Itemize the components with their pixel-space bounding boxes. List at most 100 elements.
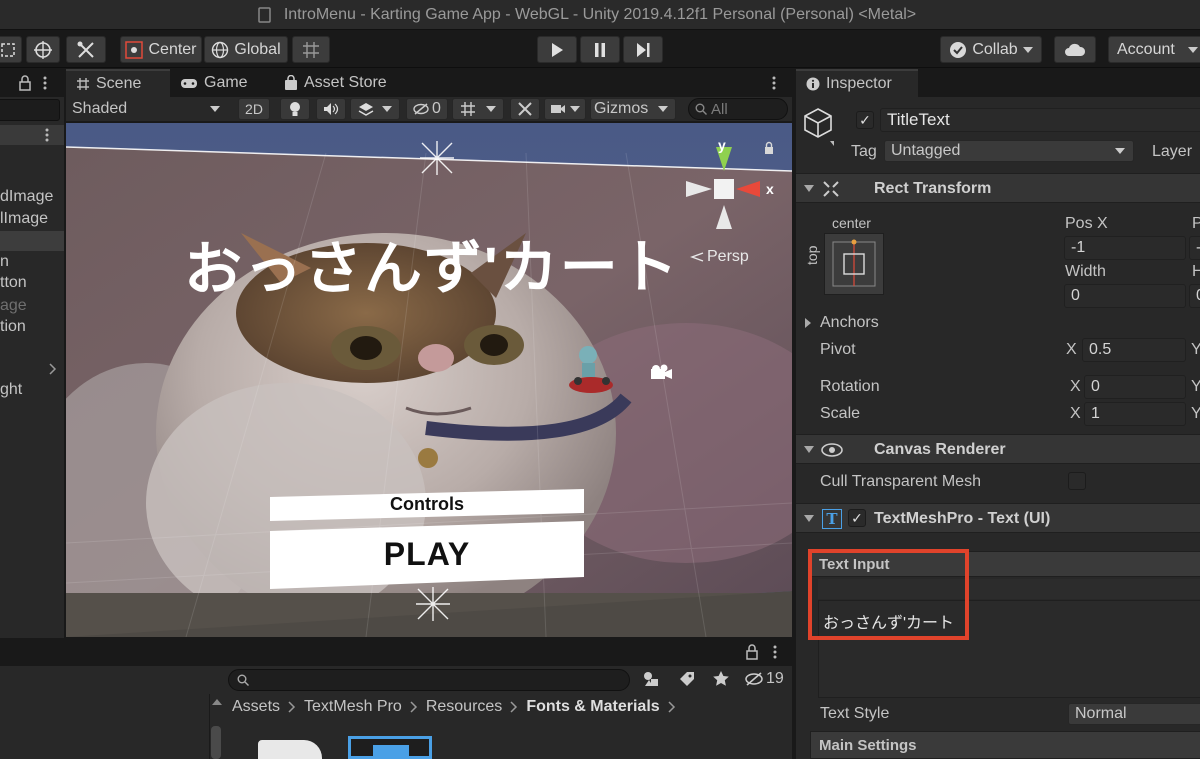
tab-game[interactable]: Game <box>170 69 258 97</box>
projection-toggle[interactable]: Persp <box>690 248 749 266</box>
pos-x-field[interactable]: -1 <box>1064 236 1186 260</box>
controls-button-label[interactable]: Controls <box>270 494 584 515</box>
step-button[interactable] <box>623 36 663 63</box>
star-icon[interactable] <box>712 670 730 688</box>
hierarchy-item[interactable]: dImage <box>0 188 53 206</box>
snap-button[interactable] <box>292 36 330 63</box>
expand-arrow-icon[interactable] <box>804 317 812 329</box>
lighting-toggle[interactable] <box>280 98 310 120</box>
textmeshpro-enabled-checkbox[interactable]: ✓ <box>848 509 866 527</box>
rect-transform-header[interactable]: Rect Transform <box>796 173 1200 203</box>
collapse-arrow-icon <box>804 185 814 192</box>
axis-y-label: y <box>718 137 726 153</box>
scroll-up-arrow-icon[interactable] <box>212 698 222 706</box>
rotation-x-axis-label: X <box>1070 378 1081 395</box>
tab-scene[interactable]: Scene <box>66 69 170 97</box>
account-button[interactable]: Account <box>1108 36 1200 63</box>
video-camera-icon <box>551 105 565 113</box>
pos-y-field[interactable]: - <box>1189 236 1200 260</box>
anchor-preset-icon <box>832 239 876 287</box>
pause-button[interactable] <box>580 36 620 63</box>
scene-search-input[interactable]: All <box>688 98 788 120</box>
gizmos-dropdown[interactable]: Gizmos <box>590 98 676 120</box>
search-icon <box>695 103 707 115</box>
scene-title-text[interactable]: おっさんず'カート <box>184 220 680 307</box>
height-field[interactable]: 0 <box>1189 284 1200 308</box>
pivot-center-button[interactable]: Center <box>120 36 202 63</box>
shading-mode-dropdown[interactable]: Shaded <box>72 100 127 118</box>
breadcrumb-item[interactable]: Assets <box>232 698 280 716</box>
pivot-y-axis-label: Y <box>1191 341 1200 358</box>
pivot-x-field[interactable]: 0.5 <box>1082 338 1186 362</box>
tab-inspector[interactable]: Inspector <box>796 69 918 97</box>
audio-toggle[interactable] <box>316 98 346 120</box>
rotation-x-field[interactable]: 0 <box>1084 375 1186 399</box>
textmeshpro-header[interactable]: T ✓ TextMeshPro - Text (UI) <box>796 503 1200 533</box>
chevron-right-icon[interactable] <box>49 363 57 375</box>
pivot-global-button[interactable]: Global <box>204 36 288 63</box>
more-options-icon[interactable] <box>772 644 778 660</box>
more-options-icon[interactable] <box>42 75 48 91</box>
filter-by-type-icon[interactable] <box>642 670 660 688</box>
tag-icon[interactable] <box>678 670 696 688</box>
file-asset-icon[interactable] <box>258 740 322 759</box>
lock-icon[interactable] <box>745 644 759 660</box>
anchor-h-label: center <box>832 215 871 231</box>
tab-asset-store[interactable]: Asset Store <box>274 69 397 97</box>
anchors-label[interactable]: Anchors <box>820 314 879 332</box>
cloud-button[interactable] <box>1054 36 1096 63</box>
hierarchy-scene-header <box>0 125 64 145</box>
scrollbar-thumb[interactable] <box>211 726 221 759</box>
width-field[interactable]: 0 <box>1064 284 1186 308</box>
breadcrumb-item-current[interactable]: Fonts & Materials <box>526 698 659 716</box>
transform-tool-button[interactable] <box>26 36 60 63</box>
chevron-right-icon <box>510 701 518 713</box>
toggle-2d-button[interactable]: 2D <box>238 98 270 120</box>
lock-icon[interactable] <box>18 75 32 91</box>
active-checkbox[interactable]: ✓ <box>856 111 874 129</box>
tools-toggle[interactable] <box>510 98 540 120</box>
text-style-dropdown[interactable]: Normal <box>1068 703 1200 725</box>
hierarchy-selected-row[interactable] <box>0 231 64 251</box>
text-style-value: Normal <box>1075 705 1127 722</box>
tag-dropdown[interactable]: Untagged <box>884 140 1134 162</box>
hierarchy-item[interactable]: lImage <box>0 210 48 228</box>
hierarchy-item[interactable]: n <box>0 253 9 271</box>
main-settings-header[interactable]: Main Settings <box>810 731 1200 759</box>
hierarchy-item[interactable]: tton <box>0 274 27 292</box>
hidden-objects-toggle[interactable]: 0 <box>406 98 448 120</box>
hierarchy-item[interactable]: age <box>0 297 27 315</box>
breadcrumb-item[interactable]: TextMesh Pro <box>304 698 402 716</box>
project-search-input[interactable] <box>228 669 630 691</box>
play-button-label[interactable]: PLAY <box>270 536 584 573</box>
tab-asset-store-label: Asset Store <box>304 74 387 91</box>
hierarchy-item[interactable]: ght <box>0 381 22 399</box>
scene-viewport[interactable]: おっさんず'カート Controls PLAY y x Persp <box>66 123 792 637</box>
play-button[interactable] <box>537 36 577 63</box>
canvas-renderer-header[interactable]: Canvas Renderer <box>796 434 1200 464</box>
breadcrumb-item[interactable]: Resources <box>426 698 502 716</box>
custom-tool-button[interactable] <box>66 36 106 63</box>
rect-tool-button[interactable] <box>0 36 22 63</box>
camera-toggle[interactable] <box>544 98 586 120</box>
anchor-preset-button[interactable] <box>824 233 884 295</box>
hierarchy-item[interactable]: tion <box>0 318 26 336</box>
scale-x-field[interactable]: 1 <box>1084 402 1186 426</box>
lock-icon[interactable] <box>763 141 775 155</box>
object-name-field[interactable]: TitleText <box>880 108 1200 132</box>
hidden-packages-toggle[interactable]: 19 <box>744 670 784 688</box>
font-asset-icon[interactable] <box>348 736 432 759</box>
effects-toggle[interactable] <box>350 98 400 120</box>
tab-inspector-label: Inspector <box>826 75 892 92</box>
more-options-icon[interactable] <box>44 127 50 143</box>
project-tab-bar <box>0 638 792 666</box>
cull-transparent-checkbox[interactable] <box>1068 472 1086 490</box>
textmeshpro-icon: T <box>822 509 842 529</box>
hierarchy-search-input[interactable] <box>0 99 60 121</box>
more-options-icon[interactable] <box>771 75 777 91</box>
collapse-arrow-icon <box>804 515 814 522</box>
collab-button[interactable]: Collab <box>940 36 1042 63</box>
project-folder-tree <box>0 694 210 759</box>
grid-toggle[interactable] <box>452 98 504 120</box>
tab-game-label: Game <box>204 74 248 91</box>
